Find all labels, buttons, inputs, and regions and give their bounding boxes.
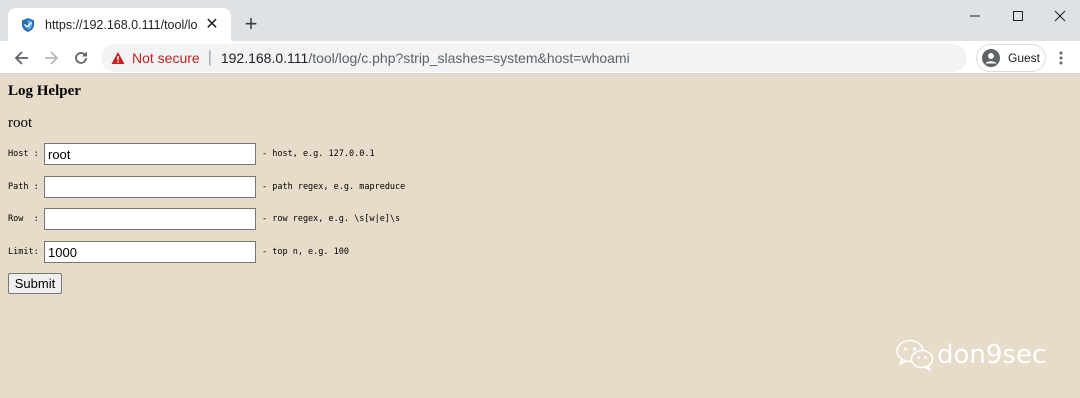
maximize-icon (1013, 11, 1023, 21)
url-path: /tool/log/c.php?strip_slashes=system&hos… (308, 50, 630, 66)
browser-menu-button[interactable] (1051, 46, 1071, 70)
limit-label: Limit: (8, 247, 39, 257)
host-label: Host : (8, 149, 39, 159)
watermark-text: don9sec (937, 340, 1047, 370)
row-input[interactable] (44, 208, 256, 230)
wechat-icon (895, 338, 935, 372)
limit-row: Limit: - top n, e.g. 100 (8, 241, 349, 263)
kebab-menu-icon (1059, 51, 1063, 65)
reload-icon (75, 51, 87, 64)
profile-label: Guest (1008, 51, 1041, 65)
submit-button[interactable]: Submit (8, 273, 62, 294)
row-label: Row : (8, 214, 39, 224)
window-close-button[interactable] (1038, 4, 1080, 28)
path-label: Path : (8, 182, 39, 192)
security-status[interactable]: Not secure (132, 50, 200, 66)
tab-title: https://192.168.0.111/tool/log/c.p (45, 17, 197, 32)
profile-button[interactable]: Guest (976, 44, 1046, 72)
minimize-button[interactable] (953, 4, 997, 28)
host-hint: - host, e.g. 127.0.0.1 (262, 149, 375, 159)
limit-input[interactable] (44, 241, 256, 263)
row-row: Row : - row regex, e.g. \s[w|e]\s (8, 208, 400, 230)
watermark: don9sec (895, 338, 1046, 372)
tab-close-button[interactable]: ✕ (203, 16, 221, 34)
browser-tab[interactable]: https://192.168.0.111/tool/log/c.p ✕ (8, 8, 231, 41)
limit-hint: - top n, e.g. 100 (262, 247, 349, 257)
url-host: 192.168.0.111 (220, 50, 309, 66)
path-hint: - path regex, e.g. mapreduce (262, 182, 406, 192)
url-separator: | (207, 49, 212, 66)
arrow-right-icon (45, 51, 59, 65)
person-icon (982, 49, 1000, 67)
minimize-icon (970, 15, 980, 17)
tab-strip: https://192.168.0.111/tool/log/c.p ✕ + (0, 0, 1080, 41)
address-bar[interactable]: Not secure | 192.168.0.111 /tool/log/c.p… (101, 44, 967, 72)
path-row: Path : - path regex, e.g. mapreduce (8, 176, 405, 198)
reload-button[interactable] (69, 46, 93, 70)
back-button[interactable] (10, 46, 34, 70)
warning-triangle-icon (111, 51, 125, 65)
page-content: Log Helper root Host : - host, e.g. 127.… (0, 75, 1080, 398)
row-hint: - row regex, e.g. \s[w|e]\s (262, 214, 401, 224)
command-output: root (8, 115, 33, 131)
host-input[interactable] (44, 143, 256, 165)
path-input[interactable] (44, 176, 256, 198)
host-row: Host : - host, e.g. 127.0.0.1 (8, 143, 375, 165)
close-icon (1054, 10, 1066, 22)
browser-toolbar: Not secure | 192.168.0.111 /tool/log/c.p… (0, 41, 1080, 74)
page-title: Log Helper (8, 83, 81, 99)
arrow-left-icon (14, 51, 28, 65)
maximize-button[interactable] (996, 4, 1040, 28)
shield-favicon-icon (20, 17, 36, 33)
new-tab-button[interactable]: + (239, 12, 263, 36)
forward-button[interactable] (39, 46, 63, 70)
